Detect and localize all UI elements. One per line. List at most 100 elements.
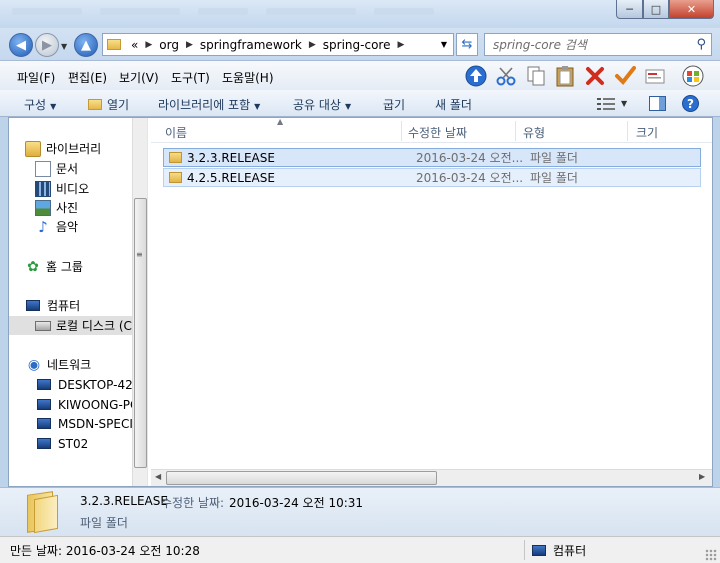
address-dropdown-icon[interactable]: ▼	[435, 40, 453, 49]
properties-icon[interactable]	[643, 64, 667, 88]
nav-item-network[interactable]: ◉ 네트워크	[26, 355, 147, 374]
nav-item-homegroup[interactable]: ✿ 홈 그룹	[25, 257, 147, 276]
column-divider[interactable]	[401, 121, 402, 141]
nav-vertical-scrollbar[interactable]: ≡	[132, 118, 147, 486]
file-row[interactable]: 3.2.3.RELEASE 2016-03-24 오전... 파일 폴더	[163, 148, 701, 167]
recent-pages-dropdown[interactable]: ▼	[61, 42, 67, 51]
scrollbar-thumb[interactable]	[166, 471, 437, 485]
breadcrumb-springframework[interactable]: springframework	[196, 38, 306, 52]
preview-pane-button[interactable]	[649, 94, 666, 113]
search-input[interactable]	[485, 34, 685, 55]
nav-label: 사진	[56, 201, 79, 215]
organize-button[interactable]: 구성 ▼	[24, 96, 56, 113]
address-bar[interactable]: « ▶ org ▶ springframework ▶ spring-core …	[102, 33, 454, 56]
delete-icon[interactable]	[583, 64, 607, 88]
nav-item-network-computer[interactable]: ST02	[37, 434, 147, 453]
open-button[interactable]: 열기	[88, 96, 129, 113]
nav-label: 문서	[56, 162, 79, 176]
file-name: 4.2.5.RELEASE	[187, 170, 275, 185]
resize-grip-icon[interactable]	[705, 549, 717, 561]
explorer-body: 라이브러리 문서 비디오 사진 ♪ 음악 ✿ 홈 그룹 컴퓨터 로컬 디스크 (C …	[8, 117, 713, 487]
scroll-grip-icon: ≡	[136, 250, 143, 259]
column-header-row: ▲ 이름 수정한 날짜 유형 크기	[151, 117, 712, 143]
status-created-date: 만든 날짜: 2016-03-24 오전 10:28	[10, 544, 200, 558]
status-location-label: 컴퓨터	[553, 544, 587, 558]
refresh-button[interactable]: ⇆	[456, 33, 478, 56]
new-folder-button[interactable]: 새 폴더	[435, 96, 472, 113]
forward-button[interactable]: ▶	[35, 33, 59, 57]
help-button[interactable]: ?	[682, 94, 699, 113]
nav-label: 홈 그룹	[46, 260, 83, 274]
chevron-down-icon: ▼	[344, 102, 352, 111]
check-icon[interactable]	[613, 64, 637, 88]
column-size[interactable]: 크기	[636, 124, 658, 141]
column-divider[interactable]	[515, 121, 516, 141]
details-pane: 3.2.3.RELEASE 수정한 날짜: 2016-03-24 오전 10:3…	[0, 487, 720, 536]
menu-edit[interactable]: 편집(E)	[68, 69, 107, 86]
include-in-library-button[interactable]: 라이브러리에 포함 ▼	[158, 96, 260, 113]
nav-item-network-computer[interactable]: DESKTOP-42O	[37, 375, 147, 394]
status-location: 컴퓨터	[532, 542, 586, 559]
nav-item-documents[interactable]: 문서	[35, 159, 147, 178]
network-icon: ◉	[27, 356, 41, 373]
scrollbar-thumb[interactable]	[134, 198, 147, 468]
copy-icon[interactable]	[524, 64, 548, 88]
search-box[interactable]: ⚲	[484, 33, 712, 56]
chevron-right-icon[interactable]: ▶	[306, 40, 319, 50]
chevron-down-icon: ▼	[50, 102, 57, 111]
menu-file[interactable]: 파일(F)	[17, 69, 55, 86]
up-folder-button[interactable]: ▲	[74, 33, 98, 57]
maximize-button[interactable]: □	[643, 0, 669, 19]
scroll-left-icon[interactable]: ◀	[155, 472, 161, 481]
column-name[interactable]: 이름	[165, 124, 187, 141]
nav-item-local-disk[interactable]: 로컬 디스크 (C	[9, 316, 147, 335]
share-with-button[interactable]: 공유 대상 ▼	[293, 96, 351, 113]
search-icon[interactable]: ⚲	[696, 37, 706, 52]
open-folder-icon	[88, 99, 102, 110]
menu-bar: 파일(F) 편집(E) 보기(V) 도구(T) 도움말(H)	[0, 60, 720, 90]
pictures-icon	[35, 199, 51, 216]
nav-item-computer[interactable]: 컴퓨터	[26, 296, 147, 315]
chevron-right-icon[interactable]: ▶	[142, 40, 155, 50]
chevron-down-icon: ▼	[621, 99, 628, 108]
back-arrow-icon: ◀	[16, 37, 26, 53]
column-modified[interactable]: 수정한 날짜	[408, 124, 467, 141]
close-button[interactable]: ✕	[669, 0, 714, 19]
nav-item-videos[interactable]: 비디오	[35, 179, 147, 198]
share-with-label: 공유 대상	[293, 98, 341, 112]
breadcrumb-spring-core[interactable]: spring-core	[319, 38, 395, 52]
nav-item-network-computer[interactable]: MSDN-SPECIA	[37, 414, 147, 433]
chevron-right-icon[interactable]: ▶	[183, 40, 196, 50]
details-item-type: 파일 폴더	[80, 516, 128, 530]
up-folder-icon[interactable]	[464, 64, 488, 88]
minimize-button[interactable]: ─	[616, 0, 643, 19]
windows-flag-icon[interactable]	[681, 64, 705, 88]
scroll-right-icon[interactable]: ▶	[699, 472, 705, 481]
file-row[interactable]: 4.2.5.RELEASE 2016-03-24 오전... 파일 폴더	[163, 168, 701, 187]
menu-help[interactable]: 도움말(H)	[222, 69, 274, 86]
file-list[interactable]: ▲ 이름 수정한 날짜 유형 크기 3.2.3.RELEASE 2016-03-…	[151, 117, 712, 486]
nav-item-music[interactable]: ♪ 음악	[35, 217, 147, 236]
back-button[interactable]: ◀	[9, 33, 33, 57]
homegroup-icon: ✿	[27, 258, 39, 275]
burn-button[interactable]: 굽기	[383, 96, 405, 113]
menu-view[interactable]: 보기(V)	[119, 69, 159, 86]
file-type: 파일 폴더	[530, 151, 578, 165]
column-divider[interactable]	[627, 121, 628, 141]
breadcrumb-org[interactable]: org	[155, 38, 183, 52]
nav-item-pictures[interactable]: 사진	[35, 198, 147, 217]
menu-tools[interactable]: 도구(T)	[171, 69, 210, 86]
pane-splitter[interactable]	[147, 118, 150, 486]
view-options-button[interactable]: ▼	[597, 94, 627, 113]
nav-item-libraries[interactable]: 라이브러리	[25, 139, 147, 158]
column-type[interactable]: 유형	[523, 124, 545, 141]
breadcrumb-overflow[interactable]: «	[127, 38, 142, 52]
file-name: 3.2.3.RELEASE	[187, 150, 275, 165]
navigation-pane[interactable]: 라이브러리 문서 비디오 사진 ♪ 음악 ✿ 홈 그룹 컴퓨터 로컬 디스크 (C …	[9, 118, 147, 486]
nav-item-network-computer[interactable]: KIWOONG-PC	[37, 395, 147, 414]
paste-icon[interactable]	[553, 64, 577, 88]
drive-icon	[35, 320, 51, 331]
chevron-right-icon[interactable]: ▶	[394, 40, 407, 50]
cut-icon[interactable]	[494, 64, 518, 88]
file-list-horizontal-scrollbar[interactable]: ◀ ▶	[151, 469, 712, 486]
